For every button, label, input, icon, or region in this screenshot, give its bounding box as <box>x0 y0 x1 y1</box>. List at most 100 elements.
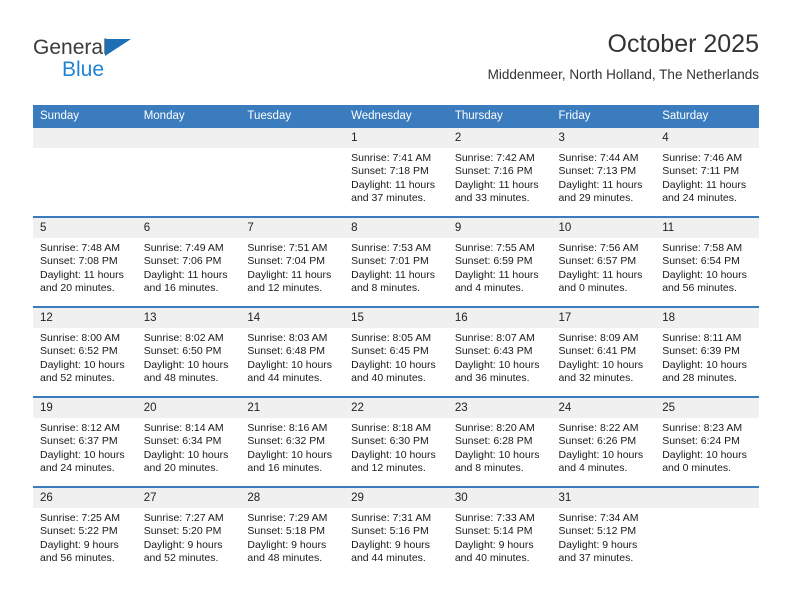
weekday-header-wednesday: Wednesday <box>344 105 448 128</box>
day-number: 21 <box>240 398 345 418</box>
day-details: Sunrise: 8:00 AM Sunset: 6:52 PM Daylight:… <box>33 328 137 386</box>
daylight-duration-line1: Daylight: 10 hours <box>662 358 747 371</box>
sunrise-time: Sunrise: 7:27 AM <box>143 512 224 524</box>
calendar-day-cell[interactable]: 21 Sunrise: 8:16 AM Sunset: 6:32 PM Dayligh… <box>240 396 345 487</box>
calendar-day-cell[interactable]: 2 Sunrise: 7:42 AM Sunset: 7:16 PM Daylight… <box>447 128 552 217</box>
calendar-day-cell[interactable]: 17 Sunrise: 8:09 AM Sunset: 6:41 PM Dayligh… <box>551 306 656 397</box>
calendar-body: 1 Sunrise: 7:41 AM Sunset: 7:18 PM Daylight… <box>33 128 759 576</box>
calendar-week-row: 5 Sunrise: 7:48 AM Sunset: 7:08 PM Daylight… <box>33 216 759 307</box>
daylight-duration-line1: Daylight: 11 hours <box>454 268 539 281</box>
daylight-duration-line2: and 33 minutes. <box>454 192 530 205</box>
day-number: 20 <box>136 398 241 418</box>
daylight-duration-line1: Daylight: 11 hours <box>454 178 539 191</box>
calendar-day-cell[interactable]: 14 Sunrise: 8:03 AM Sunset: 6:48 PM Dayligh… <box>240 306 345 397</box>
calendar-day-cell[interactable]: 28 Sunrise: 7:29 AM Sunset: 5:18 PM Dayligh… <box>240 486 345 576</box>
day-number: 9 <box>447 218 552 238</box>
daylight-duration-line2: and 52 minutes. <box>143 552 219 565</box>
daylight-duration-line1: Daylight: 11 hours <box>351 268 435 281</box>
sunrise-time: Sunrise: 8:11 AM <box>662 332 742 344</box>
sunset-time: Sunset: 6:48 PM <box>247 345 326 358</box>
sunset-time: Sunset: 6:52 PM <box>40 345 118 358</box>
calendar-day-cell[interactable]: 22 Sunrise: 8:18 AM Sunset: 6:30 PM Dayligh… <box>344 396 448 487</box>
calendar-day-cell[interactable]: 31 Sunrise: 7:34 AM Sunset: 5:12 PM Dayligh… <box>551 486 656 576</box>
daylight-duration-line1: Daylight: 11 hours <box>351 178 435 191</box>
calendar-day-cell[interactable]: 18 Sunrise: 8:11 AM Sunset: 6:39 PM Dayligh… <box>655 306 759 397</box>
daylight-duration-line2: and 56 minutes. <box>40 552 115 565</box>
daylight-duration-line2: and 24 minutes. <box>662 192 737 205</box>
day-details <box>655 508 759 512</box>
sunset-time: Sunset: 6:57 PM <box>558 255 637 268</box>
day-number: 8 <box>344 218 448 238</box>
daylight-duration-line1: Daylight: 10 hours <box>558 448 644 461</box>
sunrise-time: Sunrise: 7:34 AM <box>558 512 639 524</box>
sunset-time: Sunset: 7:16 PM <box>454 165 533 178</box>
daylight-duration-line1: Daylight: 10 hours <box>454 448 540 461</box>
calendar-day-cell[interactable]: 30 Sunrise: 7:33 AM Sunset: 5:14 PM Dayligh… <box>447 486 552 576</box>
sunset-time: Sunset: 6:41 PM <box>558 345 637 358</box>
calendar-day-cell[interactable]: 5 Sunrise: 7:48 AM Sunset: 7:08 PM Daylight… <box>33 216 137 307</box>
sunset-time: Sunset: 7:13 PM <box>558 165 637 178</box>
daylight-duration-line2: and 44 minutes. <box>247 372 323 385</box>
day-number: 5 <box>33 218 137 238</box>
day-details: Sunrise: 7:41 AM Sunset: 7:18 PM Daylight:… <box>344 148 448 206</box>
day-details: Sunrise: 7:49 AM Sunset: 7:06 PM Daylight:… <box>137 238 241 296</box>
page-subtitle: Middenmeer, North Holland, The Netherlan… <box>487 67 759 82</box>
sunrise-time: Sunrise: 8:09 AM <box>558 332 639 344</box>
daylight-duration-line1: Daylight: 10 hours <box>662 268 747 281</box>
calendar-day-cell[interactable]: 9 Sunrise: 7:55 AM Sunset: 6:59 PM Daylight… <box>447 216 552 307</box>
day-details: Sunrise: 8:05 AM Sunset: 6:45 PM Daylight:… <box>344 328 448 386</box>
day-number <box>655 488 759 508</box>
calendar-day-cell[interactable]: 24 Sunrise: 8:22 AM Sunset: 6:26 PM Dayligh… <box>551 396 656 487</box>
calendar-day-cell[interactable]: 23 Sunrise: 8:20 AM Sunset: 6:28 PM Dayligh… <box>447 396 552 487</box>
calendar-day-cell[interactable]: 7 Sunrise: 7:51 AM Sunset: 7:04 PM Daylight… <box>240 216 345 307</box>
day-details: Sunrise: 8:16 AM Sunset: 6:32 PM Daylight:… <box>240 418 344 476</box>
calendar-day-cell[interactable]: 16 Sunrise: 8:07 AM Sunset: 6:43 PM Dayligh… <box>447 306 552 397</box>
daylight-duration-line1: Daylight: 9 hours <box>143 538 223 551</box>
day-number: 23 <box>447 398 552 418</box>
generalblue-logo[interactable]: General Blue <box>33 36 233 92</box>
calendar-day-cell[interactable]: 3 Sunrise: 7:44 AM Sunset: 7:13 PM Daylight… <box>551 128 656 217</box>
daylight-duration-line2: and 29 minutes. <box>558 192 634 205</box>
calendar-day-cell[interactable]: 11 Sunrise: 7:58 AM Sunset: 6:54 PM Dayligh… <box>655 216 759 307</box>
day-details: Sunrise: 7:58 AM Sunset: 6:54 PM Daylight:… <box>655 238 759 296</box>
daylight-duration-line2: and 56 minutes. <box>662 282 737 295</box>
calendar-header-row: Sunday Monday Tuesday Wednesday Thursday… <box>33 105 759 128</box>
calendar-day-cell[interactable]: 19 Sunrise: 8:12 AM Sunset: 6:37 PM Dayligh… <box>33 396 137 487</box>
calendar-day-cell[interactable]: 6 Sunrise: 7:49 AM Sunset: 7:06 PM Daylight… <box>136 216 241 307</box>
calendar-day-cell[interactable]: 8 Sunrise: 7:53 AM Sunset: 7:01 PM Daylight… <box>344 216 448 307</box>
calendar-day-cell[interactable]: 26 Sunrise: 7:25 AM Sunset: 5:22 PM Dayligh… <box>33 486 137 576</box>
calendar-day-cell[interactable]: 20 Sunrise: 8:14 AM Sunset: 6:34 PM Dayligh… <box>136 396 241 487</box>
calendar-day-cell[interactable]: 13 Sunrise: 8:02 AM Sunset: 6:50 PM Dayligh… <box>136 306 241 397</box>
calendar-day-cell[interactable]: 4 Sunrise: 7:46 AM Sunset: 7:11 PM Daylight… <box>655 128 759 217</box>
calendar-day-cell[interactable]: 27 Sunrise: 7:27 AM Sunset: 5:20 PM Dayligh… <box>136 486 241 576</box>
page-title: October 2025 <box>607 30 760 58</box>
calendar-day-cell[interactable]: 10 Sunrise: 7:56 AM Sunset: 6:57 PM Dayligh… <box>551 216 656 307</box>
daylight-duration-line2: and 20 minutes. <box>40 282 115 295</box>
calendar-day-cell[interactable]: 1 Sunrise: 7:41 AM Sunset: 7:18 PM Daylight… <box>344 128 448 217</box>
sunset-time: Sunset: 7:08 PM <box>40 255 118 268</box>
sunset-time: Sunset: 6:43 PM <box>454 345 533 358</box>
sunset-time: Sunset: 6:26 PM <box>558 435 637 448</box>
sunrise-time: Sunrise: 7:41 AM <box>351 152 432 164</box>
sunrise-time: Sunrise: 7:42 AM <box>454 152 535 164</box>
sunset-time: Sunset: 5:18 PM <box>247 525 326 538</box>
calendar-day-cell[interactable]: 15 Sunrise: 8:05 AM Sunset: 6:45 PM Dayligh… <box>344 306 448 397</box>
daylight-duration-line2: and 20 minutes. <box>143 462 219 475</box>
calendar-day-cell[interactable]: 29 Sunrise: 7:31 AM Sunset: 5:16 PM Dayligh… <box>344 486 448 576</box>
sunrise-time: Sunrise: 7:58 AM <box>662 242 743 254</box>
sunrise-time: Sunrise: 8:12 AM <box>40 422 120 434</box>
daylight-duration-line2: and 48 minutes. <box>247 552 323 565</box>
daylight-duration-line2: and 28 minutes. <box>662 372 737 385</box>
calendar-table: Sunday Monday Tuesday Wednesday Thursday… <box>33 105 759 576</box>
day-details: Sunrise: 7:42 AM Sunset: 7:16 PM Daylight:… <box>448 148 552 206</box>
sunset-time: Sunset: 6:59 PM <box>454 255 533 268</box>
sunrise-time: Sunrise: 8:18 AM <box>351 422 432 434</box>
day-number: 25 <box>655 398 759 418</box>
day-number: 2 <box>447 128 552 148</box>
day-details: Sunrise: 7:55 AM Sunset: 6:59 PM Daylight:… <box>448 238 552 296</box>
daylight-duration-line2: and 37 minutes. <box>351 192 426 205</box>
daylight-duration-line1: Daylight: 10 hours <box>143 358 229 371</box>
calendar-day-cell[interactable]: 25 Sunrise: 8:23 AM Sunset: 6:24 PM Dayligh… <box>655 396 759 487</box>
calendar-day-cell[interactable]: 12 Sunrise: 8:00 AM Sunset: 6:52 PM Dayligh… <box>33 306 137 397</box>
sunrise-time: Sunrise: 8:02 AM <box>143 332 224 344</box>
